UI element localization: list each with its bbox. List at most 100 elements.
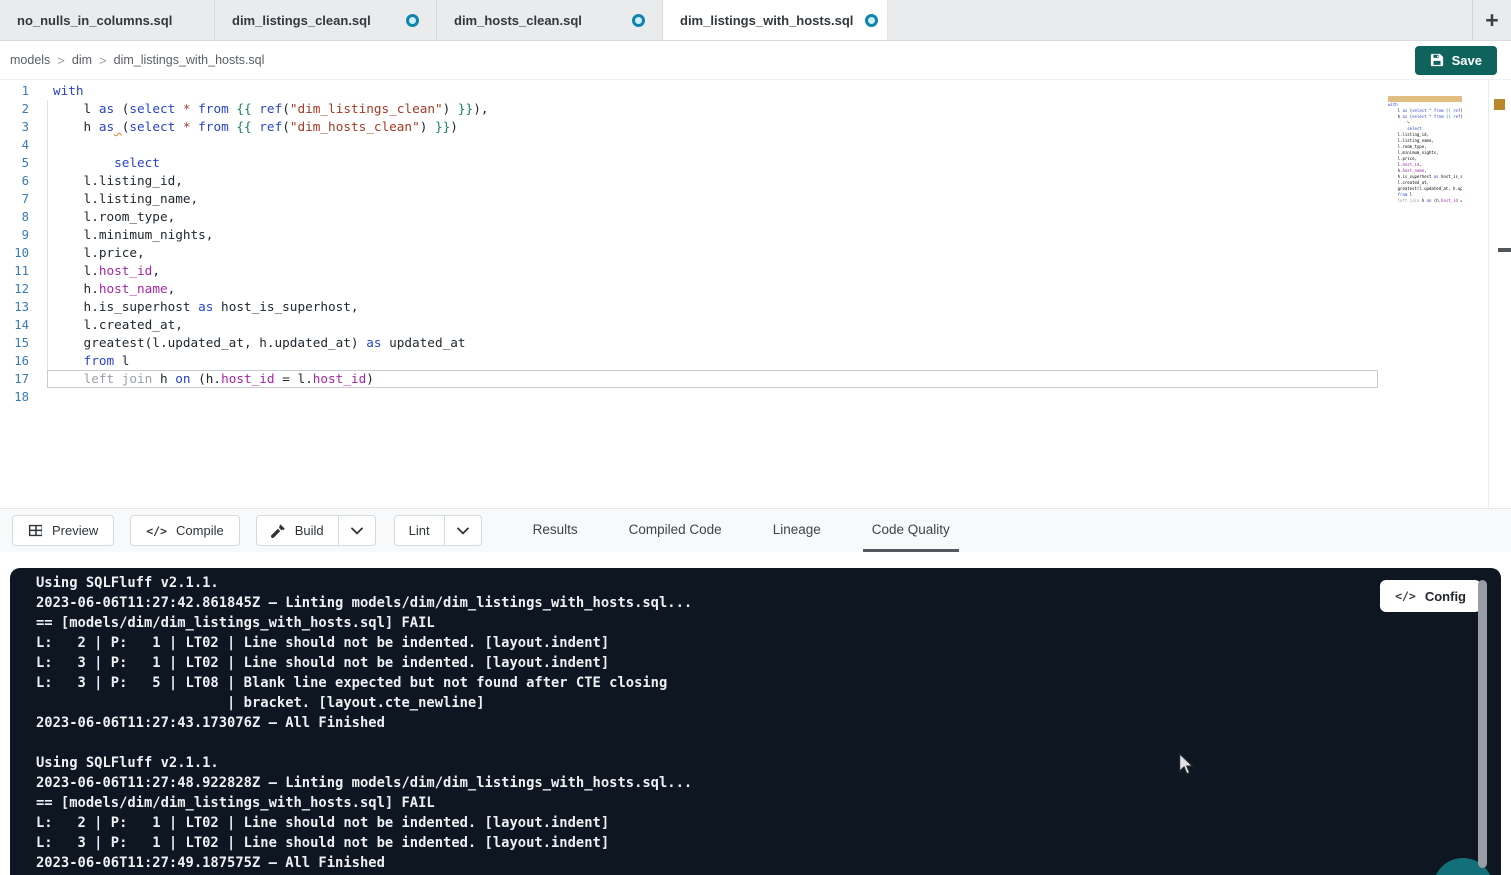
lint-button[interactable]: Lint: [395, 516, 445, 545]
hammer-icon: [271, 523, 286, 538]
breadcrumb-separator-icon: >: [99, 53, 107, 68]
overview-ruler-cursor-marker: [1498, 248, 1511, 252]
terminal-output: Using SQLFluff v2.1.1.2023-06-06T11:27:4…: [36, 573, 692, 873]
terminal-line: L: 3 | P: 5 | LT08 | Blank line expected…: [36, 673, 692, 693]
floppy-disk-icon: [1430, 53, 1444, 67]
line-number: 8: [0, 208, 29, 226]
breadcrumb-item[interactable]: dim_listings_with_hosts.sql: [114, 53, 265, 67]
config-button-label: Config: [1425, 589, 1466, 604]
code-line[interactable]: from l: [53, 352, 488, 370]
line-numbers: 123456789101112131415161718: [0, 82, 29, 406]
editor-tab-bar: no_nulls_in_columns.sql dim_listings_clea…: [0, 0, 1511, 41]
compile-button-label: Compile: [176, 523, 224, 538]
code-editor[interactable]: 123456789101112131415161718 with l as (s…: [0, 80, 1511, 508]
save-button[interactable]: Save: [1415, 46, 1497, 75]
terminal-line: | bracket. [layout.cte_newline]: [36, 693, 692, 713]
code-line[interactable]: l.listing_name,: [53, 190, 488, 208]
code-line[interactable]: h.is_superhost as host_is_superhost,: [53, 298, 488, 316]
unsaved-dot-icon: [632, 14, 645, 27]
terminal-line: 2023-06-06T11:27:43.173076Z — All Finish…: [36, 713, 692, 733]
file-tab[interactable]: dim_listings_with_hosts.sql: [663, 0, 888, 40]
file-tab-label: dim_hosts_clean.sql: [454, 13, 582, 28]
toolbar-terminal-gap: [0, 552, 1511, 568]
code-line[interactable]: l.room_type,: [53, 208, 488, 226]
terminal-line: L: 3 | P: 1 | LT02 | Line should not be …: [36, 653, 692, 673]
line-number: 2: [0, 100, 29, 118]
terminal-panel: Using SQLFluff v2.1.1.2023-06-06T11:27:4…: [10, 568, 1501, 875]
breadcrumb-item[interactable]: models: [10, 53, 50, 67]
code-line[interactable]: h as (select * from {{ ref("dim_hosts_cl…: [53, 118, 488, 136]
code-line[interactable]: [53, 136, 488, 154]
minimap-code: with l as (select * from {{ ref("dim_lis…: [1388, 102, 1462, 206]
file-tab[interactable]: no_nulls_in_columns.sql: [0, 0, 215, 40]
code-line[interactable]: l.created_at,: [53, 316, 488, 334]
line-number: 3: [0, 118, 29, 136]
code-line[interactable]: l.listing_id,: [53, 172, 488, 190]
tab-code-quality[interactable]: Code Quality: [863, 509, 959, 552]
code-line[interactable]: [53, 388, 488, 406]
tab-lineage[interactable]: Lineage: [764, 509, 830, 552]
config-button[interactable]: </> Config: [1380, 580, 1481, 612]
code-content[interactable]: with l as (select * from {{ ref("dim_lis…: [53, 82, 488, 406]
line-number: 5: [0, 154, 29, 172]
build-button-label: Build: [295, 523, 324, 538]
file-tab[interactable]: dim_hosts_clean.sql: [437, 0, 663, 40]
file-tab-label: no_nulls_in_columns.sql: [17, 13, 172, 28]
breadcrumb-item[interactable]: dim: [72, 53, 92, 67]
build-split-button: Build: [256, 515, 376, 546]
tab-compiled-code[interactable]: Compiled Code: [620, 509, 731, 552]
breadcrumb-separator-icon: >: [57, 53, 65, 68]
line-number: 13: [0, 298, 29, 316]
line-number: 6: [0, 172, 29, 190]
line-number: 1: [0, 82, 29, 100]
lint-split-button: Lint: [394, 515, 482, 546]
terminal-line: 2023-06-06T11:27:42.861845Z — Linting mo…: [36, 593, 692, 613]
minimap[interactable]: with l as (select * from {{ ref("dim_lis…: [1388, 84, 1462, 206]
plus-icon: +: [1485, 7, 1498, 34]
editor-scrollbar-track: [1488, 80, 1489, 508]
dbt-ide-window: no_nulls_in_columns.sql dim_listings_clea…: [0, 0, 1511, 875]
file-tab-label: dim_listings_with_hosts.sql: [680, 13, 853, 28]
code-line[interactable]: with: [53, 82, 488, 100]
terminal-line: L: 2 | P: 1 | LT02 | Line should not be …: [36, 633, 692, 653]
new-tab-button[interactable]: +: [1472, 0, 1511, 40]
tab-results[interactable]: Results: [524, 509, 587, 552]
code-line[interactable]: select: [53, 154, 488, 172]
line-number: 11: [0, 262, 29, 280]
line-number: 18: [0, 388, 29, 406]
code-line[interactable]: left join h on (h.host_id = l.host_id): [53, 370, 488, 388]
line-number: 4: [0, 136, 29, 154]
compile-button[interactable]: </> Compile: [130, 515, 239, 546]
breadcrumb: models > dim > dim_listings_with_hosts.sql: [10, 53, 264, 68]
code-line[interactable]: greatest(l.updated_at, h.updated_at) as …: [53, 334, 488, 352]
code-line[interactable]: l.price,: [53, 244, 488, 262]
terminal-line: Using SQLFluff v2.1.1.: [36, 573, 692, 593]
file-tab[interactable]: dim_listings_clean.sql: [215, 0, 437, 40]
terminal-line: [36, 733, 692, 753]
indent-guide: [47, 100, 48, 388]
terminal-scrollbar[interactable]: [1478, 580, 1487, 868]
terminal-line: 2023-06-06T11:27:48.922828Z — Linting mo…: [36, 773, 692, 793]
lint-dropdown-button[interactable]: [445, 516, 481, 545]
lint-button-label: Lint: [409, 523, 430, 538]
code-line[interactable]: l.minimum_nights,: [53, 226, 488, 244]
terminal-line: == [models/dim/dim_listings_with_hosts.s…: [36, 793, 692, 813]
line-number: 12: [0, 280, 29, 298]
line-number: 9: [0, 226, 29, 244]
unsaved-dot-icon: [406, 14, 419, 27]
build-button[interactable]: Build: [257, 516, 339, 545]
lint-warning-marker: [1494, 99, 1505, 110]
line-number: 15: [0, 334, 29, 352]
terminal-line: 2023-06-06T11:27:49.187575Z — All Finish…: [36, 853, 692, 873]
terminal-line: L: 2 | P: 1 | LT02 | Line should not be …: [36, 813, 692, 833]
editor-toolbar: Preview </> Compile Build: [0, 508, 1511, 552]
code-line[interactable]: l as (select * from {{ ref("dim_listings…: [53, 100, 488, 118]
preview-button[interactable]: Preview: [12, 515, 114, 546]
line-number: 17: [0, 370, 29, 388]
save-button-label: Save: [1452, 53, 1482, 68]
build-dropdown-button[interactable]: [339, 516, 375, 545]
code-line[interactable]: l.host_id,: [53, 262, 488, 280]
preview-button-label: Preview: [52, 523, 98, 538]
terminal-line: Using SQLFluff v2.1.1.: [36, 753, 692, 773]
code-line[interactable]: h.host_name,: [53, 280, 488, 298]
